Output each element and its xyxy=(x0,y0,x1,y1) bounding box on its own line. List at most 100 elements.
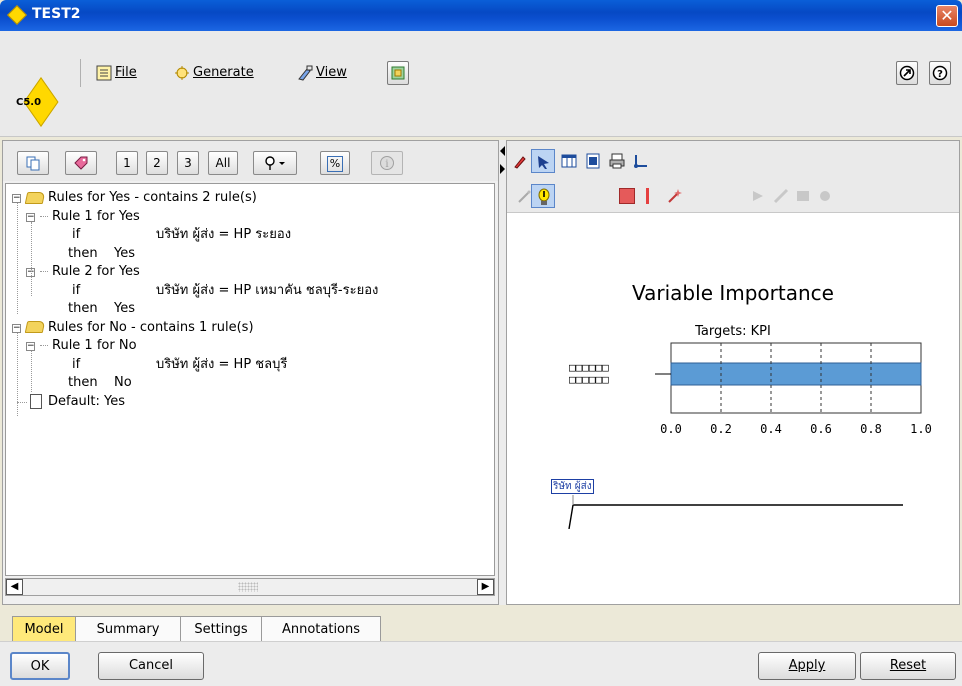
filter-button[interactable] xyxy=(65,151,97,175)
select-tool-active[interactable] xyxy=(531,149,555,173)
rule-label: Rule 1 for Yes xyxy=(52,208,140,224)
rule-condition: บริษัท ผู้ส่ง = HP เหมาคัน ชลบุรี-ระยอง xyxy=(156,282,379,298)
scroll-thumb-grip[interactable] xyxy=(238,582,258,592)
pane-splitter[interactable] xyxy=(499,140,506,605)
scroll-left-button[interactable]: ◀ xyxy=(6,579,23,595)
rule-outcome: Yes xyxy=(114,245,135,261)
rule-outcome: No xyxy=(114,375,132,390)
file-menu-icon xyxy=(96,65,112,80)
folder-icon xyxy=(24,191,46,204)
tab-annotations[interactable]: Annotations xyxy=(261,616,381,642)
expand-toggle-icon[interactable]: − xyxy=(26,342,35,351)
scroll-right-button[interactable]: ▶ xyxy=(477,579,494,595)
tab-settings[interactable]: Settings xyxy=(180,616,262,642)
level-3-button[interactable]: 3 xyxy=(177,151,199,175)
table-icon[interactable] xyxy=(561,153,577,169)
chart-subtitle: Targets: KPI xyxy=(695,324,771,339)
tree-node-label[interactable]: ริษัท ผู้ส่ง xyxy=(551,479,594,494)
tree-connector xyxy=(568,495,903,529)
rule-then-keyword: then xyxy=(68,301,98,316)
expand-toggle-icon[interactable]: − xyxy=(12,323,21,333)
model-icon: C5.0 xyxy=(16,77,60,127)
pointer-icon xyxy=(538,156,549,169)
axis-icon[interactable] xyxy=(633,153,649,169)
brush-icon[interactable] xyxy=(513,153,529,169)
red-line-icon[interactable] xyxy=(646,188,649,204)
lightbulb-icon xyxy=(538,188,550,205)
reset-button[interactable]: Reset xyxy=(860,652,956,680)
horizontal-scrollbar[interactable]: ◀ ▶ xyxy=(5,578,495,596)
ok-button[interactable]: OK xyxy=(10,652,70,680)
collapse-left-arrow[interactable] xyxy=(500,146,505,156)
rule-if-keyword: if xyxy=(72,282,81,298)
level-1-button[interactable]: 1 xyxy=(116,151,138,175)
rules-toolbar: 1 2 3 All % i xyxy=(3,141,498,181)
copy-icon xyxy=(26,156,40,171)
info-button[interactable]: i xyxy=(371,151,403,175)
close-button[interactable]: ✕ xyxy=(936,5,958,27)
tree-guide-line xyxy=(31,221,32,296)
help-nav-button[interactable] xyxy=(896,61,918,85)
toolbar-separator xyxy=(80,59,81,87)
shape-disabled-icon-4[interactable] xyxy=(817,188,833,204)
percent-label: % xyxy=(326,156,344,172)
tab-summary[interactable]: Summary xyxy=(75,616,181,642)
menu-generate-label: Generate xyxy=(193,65,254,80)
rule-label: Rule 1 for No xyxy=(52,338,137,353)
arrow-circle-icon xyxy=(899,65,915,81)
marker-icon xyxy=(265,156,285,170)
red-square-icon[interactable] xyxy=(619,188,635,204)
apply-button[interactable]: Apply xyxy=(758,652,856,680)
view-icon xyxy=(298,65,313,81)
x-tick-label: 0.4 xyxy=(760,422,782,436)
category-label: □□□□□□ xyxy=(569,373,609,386)
clipboard-icon[interactable] xyxy=(585,153,601,169)
folder-icon xyxy=(24,321,46,333)
print-icon[interactable] xyxy=(609,153,625,169)
collapse-right-arrow[interactable] xyxy=(500,164,505,174)
expand-toggle-icon[interactable]: − xyxy=(26,212,35,222)
variable-importance-chart: 0.0 0.2 0.4 0.6 0.8 1.0□□□□□□□□□□□□ xyxy=(569,342,932,436)
tree-connector-line xyxy=(40,345,48,346)
menu-file-label: File xyxy=(115,65,137,80)
x-tick-label: 0.6 xyxy=(810,422,832,436)
menu-view[interactable]: View xyxy=(297,63,347,83)
x-tick-label: 0.2 xyxy=(710,422,732,436)
diamond-icon xyxy=(7,5,27,25)
copy-button[interactable] xyxy=(17,151,49,175)
rule-group-label: Rules for Yes - contains 2 rule(s) xyxy=(48,190,257,205)
x-tick-label: 1.0 xyxy=(910,422,932,436)
info-icon: i xyxy=(380,156,394,170)
marker-dropdown[interactable] xyxy=(253,151,297,175)
menu-area: C5.0 File Generate View ? xyxy=(0,31,962,137)
title-bar: TEST2 ✕ xyxy=(0,0,962,31)
expand-toggle-icon[interactable]: − xyxy=(12,194,21,203)
rule-group-label: Rules for No - contains 1 rule(s) xyxy=(48,319,254,335)
tree-connector-line xyxy=(40,271,48,272)
explore-tool-active[interactable] xyxy=(531,184,555,208)
rule-condition: บริษัท ผู้ส่ง = HP ชลบุรี xyxy=(156,356,288,372)
shape-disabled-icon-1[interactable] xyxy=(751,188,767,204)
level-all-button[interactable]: All xyxy=(208,151,238,175)
tab-model[interactable]: Model xyxy=(12,616,76,642)
model-icon-label: C5.0 xyxy=(16,97,42,108)
menu-file[interactable]: File xyxy=(96,63,137,83)
cancel-button[interactable]: Cancel xyxy=(98,652,204,680)
tree-guide-line xyxy=(31,351,32,392)
rule-tree: − Rules for Yes - contains 2 rule(s) − Rule… xyxy=(5,183,495,576)
tag-icon xyxy=(74,156,88,170)
level-2-button[interactable]: 2 xyxy=(146,151,168,175)
rules-pane: 1 2 3 All % i − Rules for Yes - contains … xyxy=(2,140,499,605)
graph-toolbar-top xyxy=(507,141,959,178)
default-label: Default: Yes xyxy=(48,393,125,409)
shape-disabled-icon-3[interactable] xyxy=(795,188,811,204)
shape-disabled-icon-2[interactable] xyxy=(773,188,789,204)
menu-generate[interactable]: Generate xyxy=(174,63,254,83)
percent-button[interactable]: % xyxy=(320,151,350,175)
svg-text:i: i xyxy=(385,159,388,170)
magic-wand-icon[interactable] xyxy=(667,188,683,204)
question-icon: ? xyxy=(932,65,948,81)
help-button[interactable]: ? xyxy=(929,61,951,85)
graph-pane: Variable Importance Targets: KPI 0.0 0.2 0… xyxy=(506,140,960,605)
export-button[interactable] xyxy=(387,61,409,85)
